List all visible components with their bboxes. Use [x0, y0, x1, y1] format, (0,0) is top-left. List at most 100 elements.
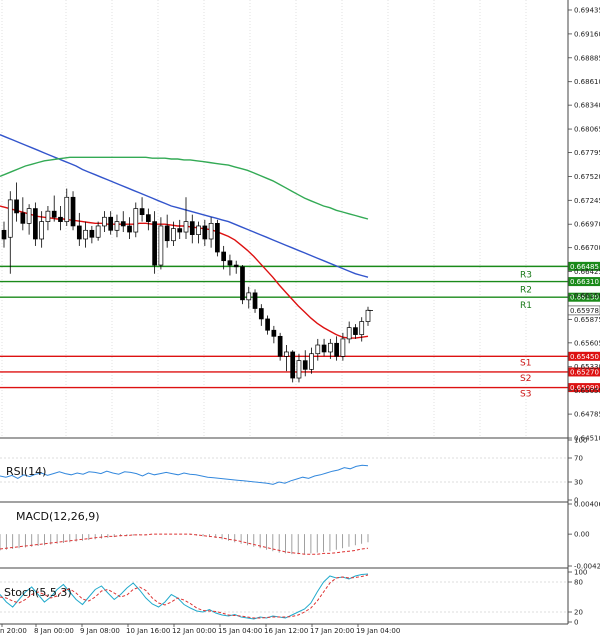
level-tag-s1: 0.65450 — [570, 353, 599, 361]
candle-body-31 — [196, 225, 201, 235]
candle-body-35 — [221, 251, 227, 262]
level-label-r3: R3 — [520, 270, 532, 280]
candle-body-36 — [227, 260, 233, 266]
candle-body-49 — [309, 353, 314, 370]
level-label-s1: S1 — [520, 358, 531, 368]
candle-body-0 — [1, 229, 7, 240]
candle-body-14 — [89, 229, 95, 238]
price-tick-label-5: 0.68065 — [574, 126, 600, 134]
candle-body-45 — [284, 351, 289, 357]
stoch-tick-label-1: 80 — [574, 579, 583, 587]
candle-body-11 — [70, 196, 76, 227]
candle-body-55 — [346, 327, 352, 340]
time-tick-label-1: 8 Jan 00:00 — [34, 627, 74, 635]
price-tick-label-13: 0.65875 — [574, 316, 600, 324]
price-tick-label-2: 0.68885 — [574, 54, 600, 62]
candle-body-56 — [353, 327, 358, 335]
candle-body-52 — [327, 342, 333, 353]
candle-body-40 — [252, 292, 258, 309]
candle-body-42 — [265, 318, 270, 331]
candle-body-17 — [108, 216, 114, 231]
candle-body-16 — [102, 216, 107, 227]
stoch-title: Stoch(5,5,3) — [4, 586, 72, 599]
price-tick-label-12: 0.66150 — [574, 292, 600, 300]
candle-body-21 — [133, 208, 139, 233]
candle-body-10 — [64, 196, 70, 222]
level-label-r2: R2 — [520, 286, 532, 296]
candle-body-53 — [334, 342, 339, 357]
candle-body-37 — [233, 264, 239, 268]
candle-body-41 — [258, 308, 264, 320]
time-tick-label-0: n 20:00 — [0, 627, 27, 635]
candle-body-25 — [158, 225, 164, 266]
forex-chart: R30.66485R20.66310R10.66130S10.65450S20.… — [0, 0, 600, 637]
candle-body-28 — [177, 228, 183, 233]
level-label-s2: S2 — [520, 374, 531, 384]
time-tick-label-8: 19 Jan 04:00 — [356, 627, 400, 635]
price-tick-label-6: 0.67795 — [574, 149, 600, 157]
candle-body-15 — [95, 225, 101, 238]
price-tick-label-17: 0.64785 — [574, 411, 600, 419]
candle-body-51 — [321, 344, 327, 353]
time-tick-label-5: 15 Jan 04:00 — [218, 627, 262, 635]
candle-body-7 — [45, 210, 51, 222]
candle-body-50 — [315, 344, 321, 355]
candle-body-12 — [76, 225, 82, 240]
price-tick-label-1: 0.69160 — [574, 30, 600, 38]
candle-body-57 — [359, 321, 365, 335]
candle-body-34 — [215, 222, 220, 253]
candle-body-18 — [114, 221, 120, 231]
candle-body-48 — [302, 360, 308, 370]
candle-body-20 — [127, 225, 132, 233]
rsi-tick-label-0: 100 — [574, 437, 587, 445]
candle-body-1 — [7, 199, 13, 238]
candle-body-43 — [271, 329, 277, 337]
price-tick-label-0: 0.69435 — [574, 6, 600, 14]
candle-body-44 — [277, 335, 283, 357]
candle-body-39 — [246, 292, 252, 301]
candle-body-22 — [139, 208, 145, 216]
price-tick-label-9: 0.66970 — [574, 221, 600, 229]
rsi-tick-label-2: 30 — [574, 479, 583, 487]
time-tick-label-7: 17 Jan 20:00 — [310, 627, 354, 635]
price-tick-label-16: 0.65055 — [574, 387, 600, 395]
rsi-tick-label-1: 70 — [574, 455, 583, 463]
price-tick-label-10: 0.66700 — [574, 244, 600, 252]
candle-body-26 — [164, 225, 170, 242]
candle-body-3 — [20, 212, 26, 224]
candle-body-38 — [240, 266, 245, 301]
macd-tick-label-1: 0.00 — [574, 531, 590, 539]
candle-body-4 — [26, 208, 32, 224]
rsi-title: RSI(14) — [6, 465, 46, 478]
candle-body-47 — [296, 360, 302, 379]
stoch-tick-label-0: 100 — [574, 569, 587, 577]
candle-body-2 — [14, 199, 19, 214]
candle-body-8 — [51, 210, 57, 218]
candle-body-5 — [33, 208, 38, 240]
stoch-tick-label-3: 0 — [574, 619, 578, 627]
stoch-tick-label-2: 20 — [574, 609, 583, 617]
candle-body-13 — [83, 229, 88, 240]
level-label-r1: R1 — [520, 301, 532, 311]
candle-body-33 — [208, 222, 214, 240]
candle-body-19 — [120, 221, 126, 227]
price-tick-label-15: 0.65330 — [574, 363, 600, 371]
current-price-tag: 0.65978 — [570, 307, 599, 315]
time-tick-label-3: 10 Jan 16:00 — [126, 627, 170, 635]
price-tick-label-3: 0.68610 — [574, 78, 600, 86]
candle-body-30 — [189, 221, 195, 235]
candle-body-6 — [39, 221, 45, 240]
price-tick-label-4: 0.68340 — [574, 102, 600, 110]
time-tick-label-2: 9 Jan 08:00 — [80, 627, 120, 635]
level-label-s3: S3 — [520, 390, 531, 400]
time-tick-label-6: 16 Jan 12:00 — [264, 627, 308, 635]
price-tick-label-14: 0.65605 — [574, 339, 600, 347]
level-tag-r2: 0.66310 — [570, 278, 599, 286]
price-tick-label-8: 0.67245 — [574, 197, 600, 205]
candle-body-23 — [145, 214, 151, 222]
price-tick-label-11: 0.66425 — [574, 268, 600, 276]
macd-tick-label-0: 0.004062 — [574, 501, 600, 509]
candle-body-46 — [290, 351, 296, 379]
macd-title: MACD(12,26,9) — [16, 510, 100, 523]
time-tick-label-4: 12 Jan 00:00 — [172, 627, 216, 635]
